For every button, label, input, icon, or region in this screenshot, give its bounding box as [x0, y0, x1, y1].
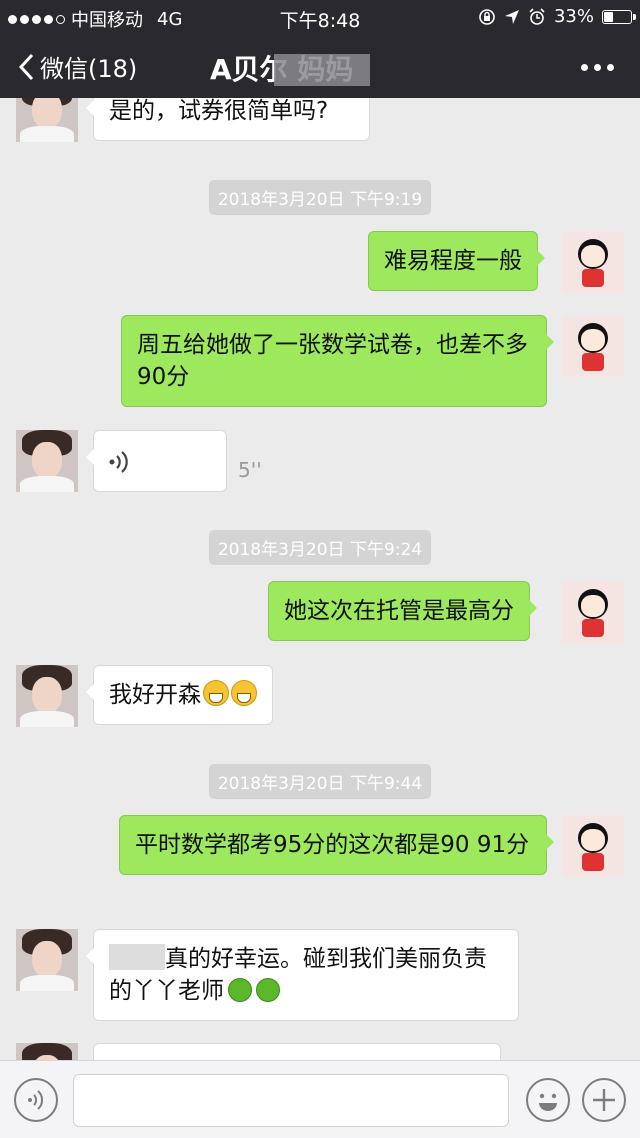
frog-emoji-icon	[256, 978, 280, 1002]
sent-message-bubble[interactable]: 平时数学都考95分的这次都是90 91分	[119, 815, 554, 875]
avatar[interactable]	[562, 815, 624, 877]
name-redaction	[274, 54, 370, 86]
message-text: 的丫丫老师	[109, 978, 224, 1004]
avatar[interactable]	[16, 430, 78, 492]
message-text: 她这次在托管是最高分	[284, 598, 514, 624]
voice-duration: 5''	[238, 458, 262, 482]
sent-message-bubble[interactable]: 她这次在托管是最高分	[268, 581, 537, 641]
location-icon	[504, 9, 519, 24]
more-dots-icon[interactable]	[581, 64, 614, 71]
alarm-icon	[529, 7, 545, 25]
avatar[interactable]	[16, 929, 78, 991]
avatar[interactable]	[16, 98, 78, 142]
message-input[interactable]	[73, 1074, 509, 1127]
avatar[interactable]	[562, 581, 624, 643]
timestamp: 2018年3月20日 下午9:44	[0, 764, 640, 799]
status-bar: 中国移动 4G 下午8:48 33%	[0, 0, 640, 34]
status-time: 下午8:48	[279, 10, 361, 32]
message-text: 难易程度一般	[384, 248, 522, 274]
message-input-bar	[0, 1060, 640, 1138]
received-message-bubble[interactable]: 我好开森	[86, 665, 273, 725]
received-message-bubble[interactable]: 真的好幸运。碰到我们美丽负责 的丫丫老师	[86, 929, 519, 1021]
back-button-label: 微信(18)	[40, 55, 138, 83]
message-text: 我好开森	[109, 682, 201, 708]
sent-message-bubble[interactable]: 难易程度一般	[368, 231, 545, 291]
frog-emoji-icon	[228, 978, 252, 1002]
avatar[interactable]	[562, 315, 624, 377]
sent-message-bubble[interactable]: 周五给她做了一张数学试卷，也差不多90分	[121, 315, 554, 407]
emoji-icon[interactable]	[526, 1078, 570, 1122]
message-text: 是的，试券很简单吗?	[109, 98, 329, 124]
avatar[interactable]	[16, 1043, 78, 1060]
received-message-bubble[interactable]	[93, 1043, 501, 1060]
chat-header: 微信(18) A贝尔 妈妈	[0, 34, 640, 98]
battery-percent: 33%	[553, 6, 594, 27]
plus-icon[interactable]	[582, 1078, 626, 1122]
voice-message-bubble[interactable]	[86, 430, 227, 492]
back-button[interactable]: 微信(18)	[18, 49, 137, 84]
received-message-bubble[interactable]: 是的，试券很简单吗?	[86, 98, 370, 141]
chevron-left-icon	[18, 53, 34, 80]
name-redaction	[109, 944, 165, 970]
voice-wave-icon	[109, 451, 128, 473]
grin-emoji-icon	[203, 680, 229, 706]
voice-input-icon[interactable]	[14, 1078, 58, 1122]
message-text: 平时数学都考95分的这次都是90 91分	[135, 832, 530, 858]
avatar[interactable]	[562, 231, 624, 293]
timestamp: 2018年3月20日 下午9:19	[0, 180, 640, 215]
chat-message-list[interactable]: 是的，试券很简单吗? 2018年3月20日 下午9:19 难易程度一般 周五给她…	[0, 98, 640, 1060]
avatar[interactable]	[16, 665, 78, 727]
message-text: 周五给她做了一张数学试卷，也差不多90分	[137, 332, 528, 390]
timestamp: 2018年3月20日 下午9:24	[0, 530, 640, 565]
grin-emoji-icon	[231, 680, 257, 706]
message-text: 真的好幸运。碰到我们美丽负责	[165, 946, 487, 972]
battery-icon	[602, 9, 636, 24]
orientation-lock-icon	[479, 8, 495, 25]
